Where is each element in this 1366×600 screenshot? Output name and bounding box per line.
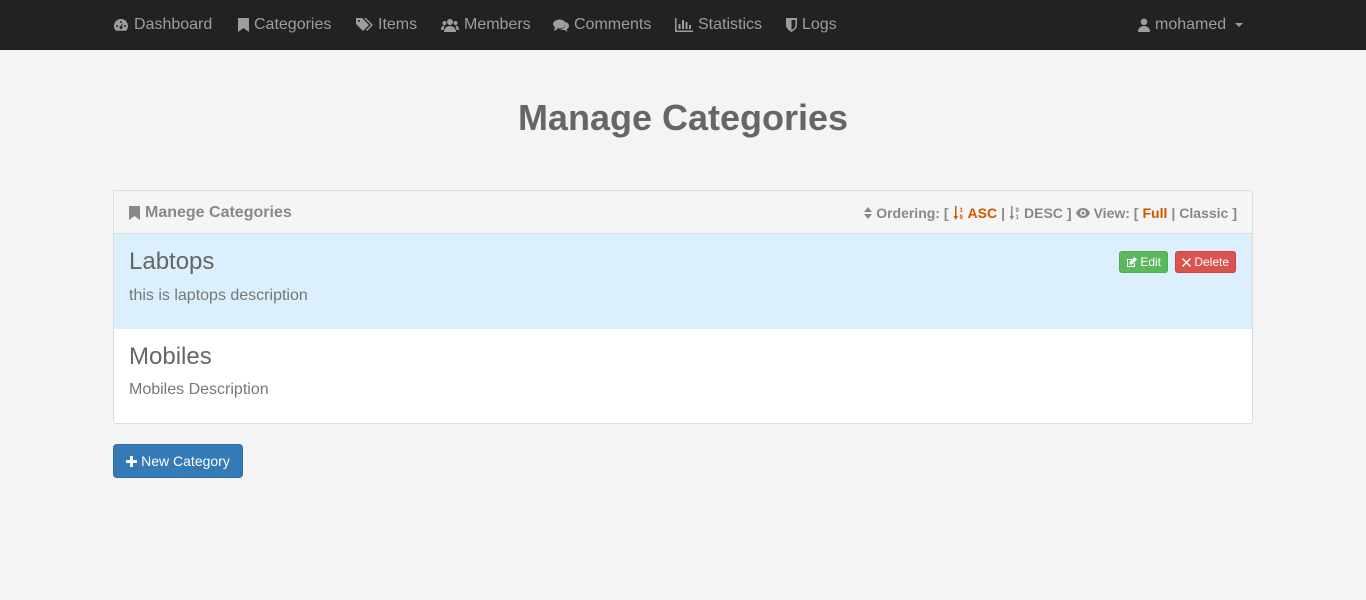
category-name: Mobiles: [129, 343, 212, 370]
caret-down-icon: [1235, 23, 1244, 27]
new-category-button[interactable]: New Category: [113, 444, 243, 478]
sort-desc-label: DESC: [1024, 204, 1063, 221]
view-full-link[interactable]: Full: [1142, 205, 1167, 221]
sort-asc-link[interactable]: 19 ASC: [953, 204, 998, 221]
ordering-label: Ordering: [: [876, 204, 949, 221]
top-navbar: Dashboard Categories Items Members Comme…: [0, 0, 1366, 50]
nav-comments[interactable]: Comments: [553, 0, 651, 50]
nav-members-label: Members: [464, 16, 531, 33]
category-name: Labtops: [129, 248, 215, 275]
page-title: Manage Categories: [517, 97, 849, 138]
sort-icon: [864, 206, 873, 219]
plus-icon: [126, 455, 138, 467]
user-icon: [1138, 18, 1150, 32]
nav-dashboard[interactable]: Dashboard: [113, 0, 212, 50]
view-classic-link[interactable]: Classic: [1179, 205, 1228, 221]
edit-icon: [1127, 256, 1138, 267]
comments-icon: [553, 19, 569, 32]
user-dropdown[interactable]: mohamed: [1138, 0, 1244, 50]
sort-numeric-desc-icon: 91: [1009, 205, 1020, 220]
panel-heading: Manege Categories Ordering: [ 19 ASC | 9…: [114, 191, 1252, 234]
new-category-label: New Category: [141, 453, 230, 469]
bookmark-icon: [238, 18, 249, 32]
view-label: View: [: [1093, 204, 1139, 221]
sort-desc-link[interactable]: 91 DESC: [1009, 205, 1063, 221]
category-row[interactable]: Labtops this is laptops description Edit…: [114, 234, 1252, 329]
nav-items[interactable]: Items: [356, 0, 417, 50]
eye-icon: [1075, 207, 1090, 218]
ordering-close: ]: [1066, 204, 1072, 221]
nav-logs[interactable]: Logs: [786, 0, 837, 50]
tags-icon: [356, 18, 373, 31]
user-name: mohamed: [1155, 16, 1227, 33]
category-row[interactable]: Mobiles Mobiles Description: [114, 329, 1252, 423]
svg-text:1: 1: [959, 208, 963, 214]
nav-statistics[interactable]: Statistics: [675, 0, 762, 50]
nav-comments-label: Comments: [574, 16, 652, 33]
categories-panel: Manege Categories Ordering: [ 19 ASC | 9…: [113, 190, 1253, 424]
edit-button[interactable]: Edit: [1119, 251, 1168, 273]
sort-numeric-asc-icon: 19: [953, 205, 963, 220]
ordering-separator: |: [1001, 204, 1006, 221]
bar-chart-icon: [675, 18, 693, 32]
nav-members[interactable]: Members: [441, 0, 531, 50]
nav-statistics-label: Statistics: [698, 16, 763, 33]
nav-categories[interactable]: Categories: [238, 0, 331, 50]
delete-button[interactable]: Delete: [1175, 251, 1236, 273]
nav-logs-label: Logs: [802, 16, 837, 33]
edit-label: Edit: [1140, 255, 1161, 269]
nav-items-label: Items: [378, 16, 418, 33]
dashboard-icon: [114, 19, 128, 31]
panel-title: Manege Categories: [129, 191, 292, 234]
view-close: ]: [1232, 204, 1237, 221]
nav-categories-label: Categories: [254, 16, 332, 33]
category-description: Mobiles Description: [129, 381, 269, 398]
svg-text:1: 1: [1016, 215, 1020, 220]
panel-title-label: Manege Categories: [145, 203, 292, 221]
view-separator: |: [1171, 204, 1176, 221]
svg-text:9: 9: [1016, 208, 1020, 214]
users-icon: [441, 19, 459, 32]
close-icon: [1182, 257, 1192, 267]
bookmark-icon: [129, 205, 140, 220]
delete-label: Delete: [1194, 255, 1229, 269]
category-description: this is laptops description: [129, 287, 308, 304]
svg-text:9: 9: [959, 215, 963, 220]
sort-asc-label: ASC: [967, 204, 998, 221]
nav-dashboard-label: Dashboard: [134, 16, 213, 33]
ordering-controls: Ordering: [ 19 ASC | 91 DESC ] View: [ F…: [864, 191, 1237, 234]
shield-icon: [786, 18, 797, 32]
